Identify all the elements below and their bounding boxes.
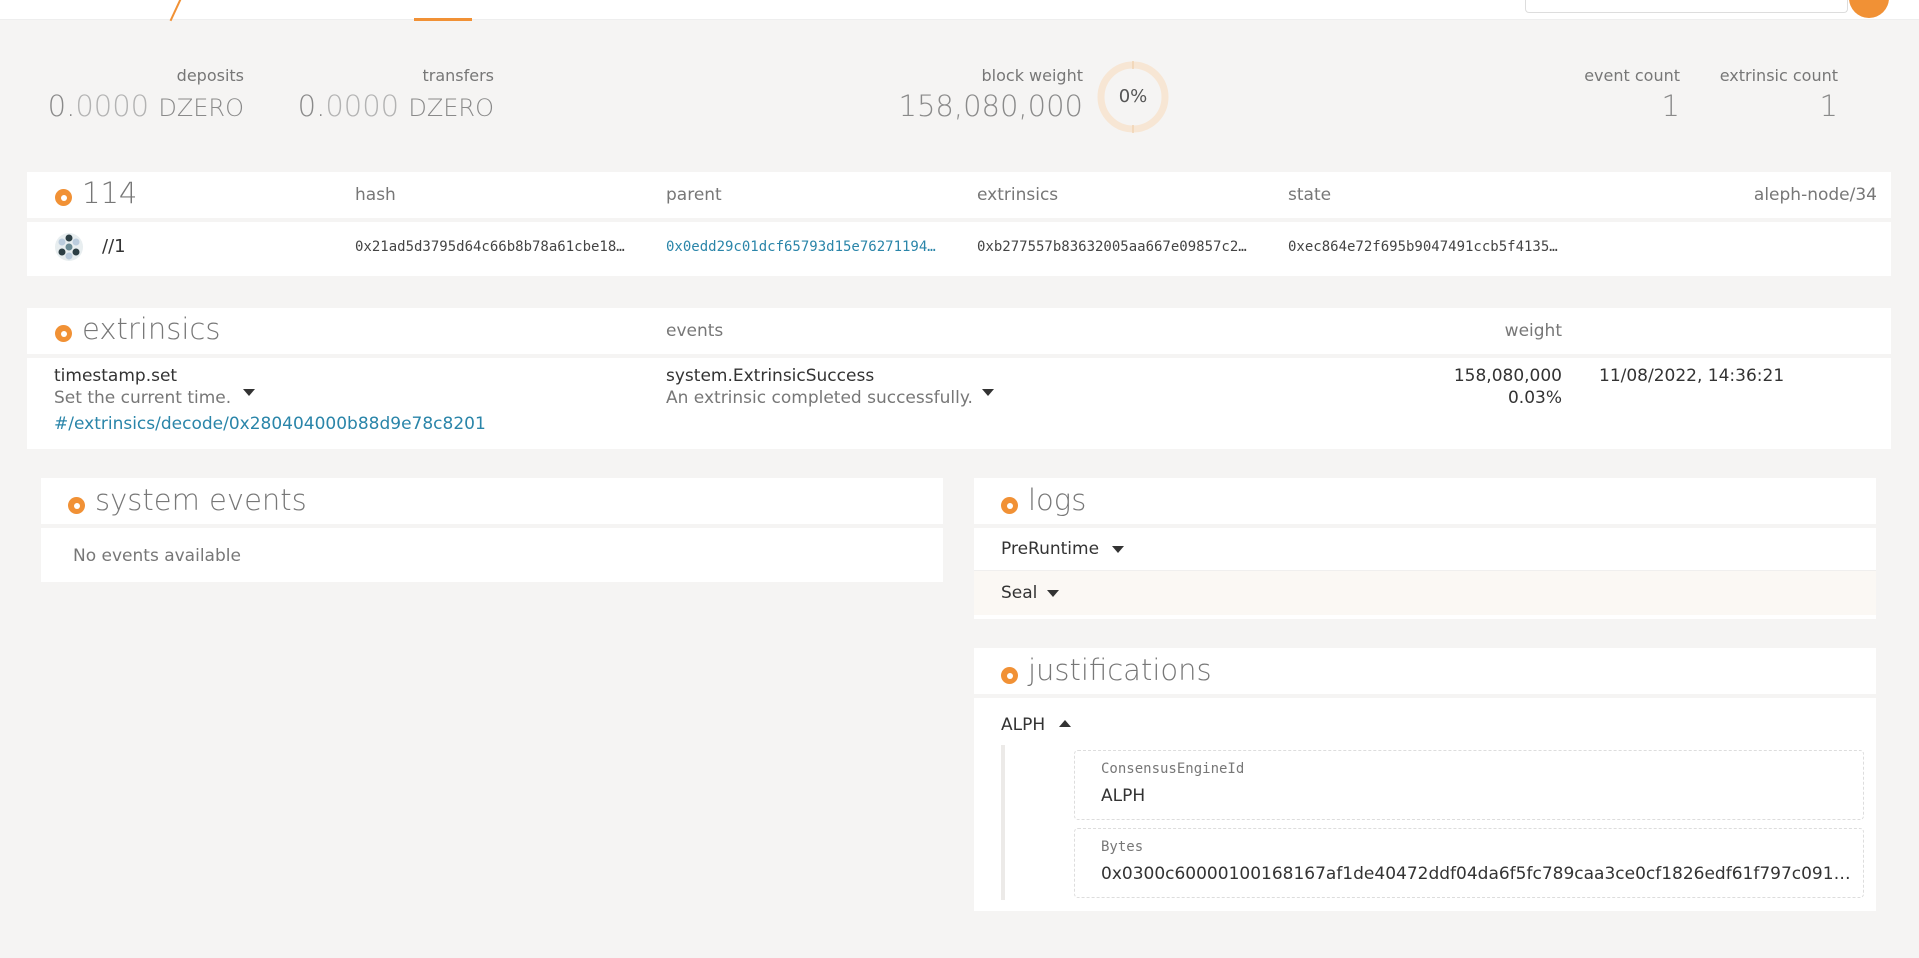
extrinsics-header-row: extrinsics events weight [27, 308, 1891, 358]
extrinsic-row: timestamp.set Set the current time. #/ex… [27, 358, 1891, 445]
parent-header: parent [666, 185, 722, 205]
justifications-header: justifications [974, 648, 1876, 698]
block-hash: 0x21ad5d3795d64c66b8b78a61cbe1841f5a2d [355, 239, 630, 255]
hash-header: hash [355, 185, 396, 205]
field-value: 0x0300c60000100168167af1de40472ddf04da6f… [1101, 864, 1851, 884]
log-expand-icon[interactable] [1112, 546, 1124, 553]
extrinsics-root: 0xb277557b83632005aa667e09857c26a4e1c2 [977, 239, 1252, 255]
account-avatar[interactable] [1849, 0, 1889, 18]
extrinsic-weight-percent: 0.03% [1507, 388, 1562, 408]
extrinsics-dot-icon [55, 325, 72, 342]
search-input[interactable] [1525, 0, 1848, 13]
deposits-value: 0.0000 DZERO [47, 89, 244, 123]
identicon-icon[interactable] [54, 232, 84, 262]
extrinsics-card: extrinsics events weight timestamp.set S… [27, 308, 1891, 449]
event-count-value: 1 [1661, 89, 1680, 123]
logs-header: logs [974, 478, 1876, 528]
block-info-row: //1 0x21ad5d3795d64c66b8b78a61cbe1841f5a… [27, 222, 1891, 272]
consensus-engine-id-field: ConsensusEngineId ALPH [1074, 750, 1864, 820]
block-weight-label: block weight [981, 66, 1083, 85]
block-weight-value: 158,080,000 [898, 89, 1084, 123]
weight-header: weight [1504, 321, 1562, 341]
extrinsic-count-value: 1 [1819, 89, 1838, 123]
summary-extrinsic-count: extrinsic count 1 [1720, 66, 1838, 123]
summary-transfers: transfers 0.0000 DZERO [298, 66, 494, 123]
extrinsics-title: extrinsics [82, 312, 221, 346]
event-name[interactable]: system.ExtrinsicSuccess [666, 366, 874, 386]
summary-deposits: deposits 0.0000 DZERO [48, 66, 244, 123]
no-events-text: No events available [73, 546, 241, 566]
parent-hash-link[interactable]: 0x0edd29c01dcf65793d15e7627119469a3f1c [666, 239, 941, 255]
event-count-label: event count [1584, 66, 1680, 85]
block-author[interactable]: //1 [102, 236, 126, 257]
state-root: 0xec864e72f695b9047491ccb5f4135a7e2bd0 [1288, 239, 1563, 255]
extrinsic-decode-link[interactable]: #/extrinsics/decode/0x280404000b88d9e78c… [54, 414, 486, 434]
logo-slash [169, 0, 183, 22]
log-item-label: PreRuntime [1001, 539, 1100, 559]
justifications-card: justifications ALPH ConsensusEngineId AL… [974, 648, 1876, 911]
extrinsic-method[interactable]: timestamp.set [54, 366, 177, 386]
block-dot-icon [55, 189, 72, 206]
transfers-label: transfers [422, 66, 494, 85]
field-label: Bytes [1101, 839, 1144, 855]
block-number: 114 [82, 176, 138, 210]
system-events-card: system events No events available [41, 478, 943, 582]
extrinsics-header: extrinsics [977, 185, 1059, 205]
justifications-title: justifications [1028, 653, 1212, 687]
active-tab-indicator[interactable] [414, 18, 472, 21]
log-item-preruntime[interactable]: PreRuntime [974, 528, 1876, 571]
nesting-bar [1001, 745, 1005, 900]
transfers-value: 0.0000 DZERO [297, 89, 494, 123]
field-value: ALPH [1101, 786, 1146, 806]
logs-card: logs PreRuntime Seal [974, 478, 1876, 619]
gauge-percent: 0% [1118, 86, 1148, 107]
summary-block-weight: block weight 158,080,000 [899, 66, 1084, 123]
block-header-row: 114 hash parent extrinsics state aleph-n… [27, 172, 1891, 222]
justification-collapse-icon[interactable] [1059, 720, 1071, 727]
justifications-dot-icon [1001, 667, 1018, 684]
bytes-field: Bytes 0x0300c60000100168167af1de40472ddf… [1074, 828, 1864, 898]
extrinsic-expand-icon[interactable] [243, 389, 255, 396]
logs-title: logs [1028, 483, 1087, 517]
log-item-label: Seal [1001, 583, 1038, 603]
event-description: An extrinsic completed successfully. [666, 388, 973, 408]
logs-dot-icon [1001, 497, 1018, 514]
log-item-seal[interactable]: Seal [974, 571, 1876, 615]
author-header: aleph-node/34 [1753, 185, 1877, 205]
field-label: ConsensusEngineId [1101, 761, 1245, 777]
system-events-dot-icon [68, 497, 85, 514]
block-weight-gauge: 0% [1096, 60, 1170, 134]
event-expand-icon[interactable] [982, 389, 994, 396]
extrinsic-description: Set the current time. [54, 388, 232, 408]
top-nav [0, 0, 1919, 22]
justification-engine[interactable]: ALPH [1001, 715, 1045, 735]
extrinsic-weight: 158,080,000 [1453, 366, 1562, 386]
log-expand-icon[interactable] [1047, 590, 1059, 597]
summary-event-count: event count 1 [1584, 66, 1680, 123]
deposits-label: deposits [176, 66, 244, 85]
state-header: state [1288, 185, 1332, 205]
events-header: events [666, 321, 724, 341]
system-events-header: system events [41, 478, 943, 528]
extrinsic-count-label: extrinsic count [1719, 66, 1838, 85]
system-events-title: system events [95, 483, 307, 517]
block-header-card: 114 hash parent extrinsics state aleph-n… [27, 172, 1891, 276]
extrinsic-timestamp: 11/08/2022, 14:36:21 [1599, 366, 1785, 386]
